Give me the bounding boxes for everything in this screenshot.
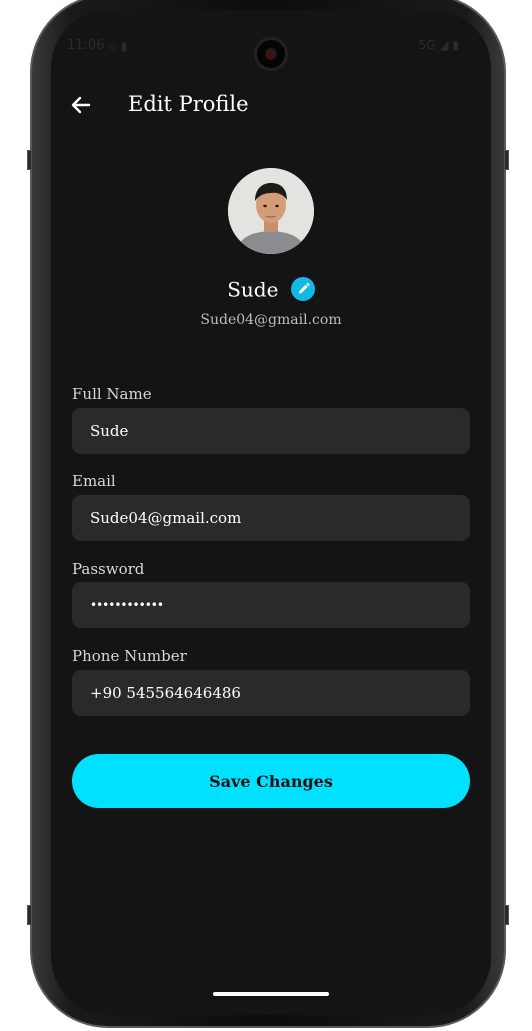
side-button-right-bottom	[504, 905, 509, 925]
profile-email: Sude04@gmail.com	[200, 312, 342, 328]
app-screen: 11:06 ⦸ ▮ 5G ◢ ▮ Edit Profile Sude Sude0…	[51, 10, 491, 1015]
email-field[interactable]	[72, 495, 470, 541]
avatar-photo	[228, 168, 314, 254]
full-name-input[interactable]	[72, 408, 470, 454]
phone-number-input[interactable]	[72, 670, 470, 716]
front-camera	[254, 37, 288, 71]
full-name-label: Full Name	[72, 385, 152, 403]
profile-name-row: Sude	[51, 276, 491, 302]
avatar[interactable]	[228, 168, 314, 254]
phone-label: Phone Number	[72, 647, 187, 665]
profile-name: Sude	[227, 277, 279, 302]
home-indicator[interactable]	[213, 992, 329, 996]
page-title: Edit Profile	[128, 92, 249, 116]
power-button	[27, 150, 32, 170]
password-label: Password	[72, 560, 145, 578]
arrow-left-icon[interactable]	[69, 93, 93, 117]
network-label: 5G	[418, 38, 436, 52]
signal-battery-icon: ◢ ▮	[439, 38, 459, 52]
save-changes-button[interactable]: Save Changes	[72, 754, 470, 808]
side-button-left	[27, 905, 32, 925]
side-button-right-top	[504, 150, 509, 170]
status-right-group: 5G ◢ ▮	[419, 38, 459, 52]
notification-icons: ⦸ ▮	[109, 39, 128, 53]
status-time: 11:06	[67, 38, 105, 53]
email-label: Email	[72, 472, 116, 490]
pencil-icon[interactable]	[290, 276, 315, 301]
password-field[interactable]: ••••••••••••	[72, 582, 470, 628]
